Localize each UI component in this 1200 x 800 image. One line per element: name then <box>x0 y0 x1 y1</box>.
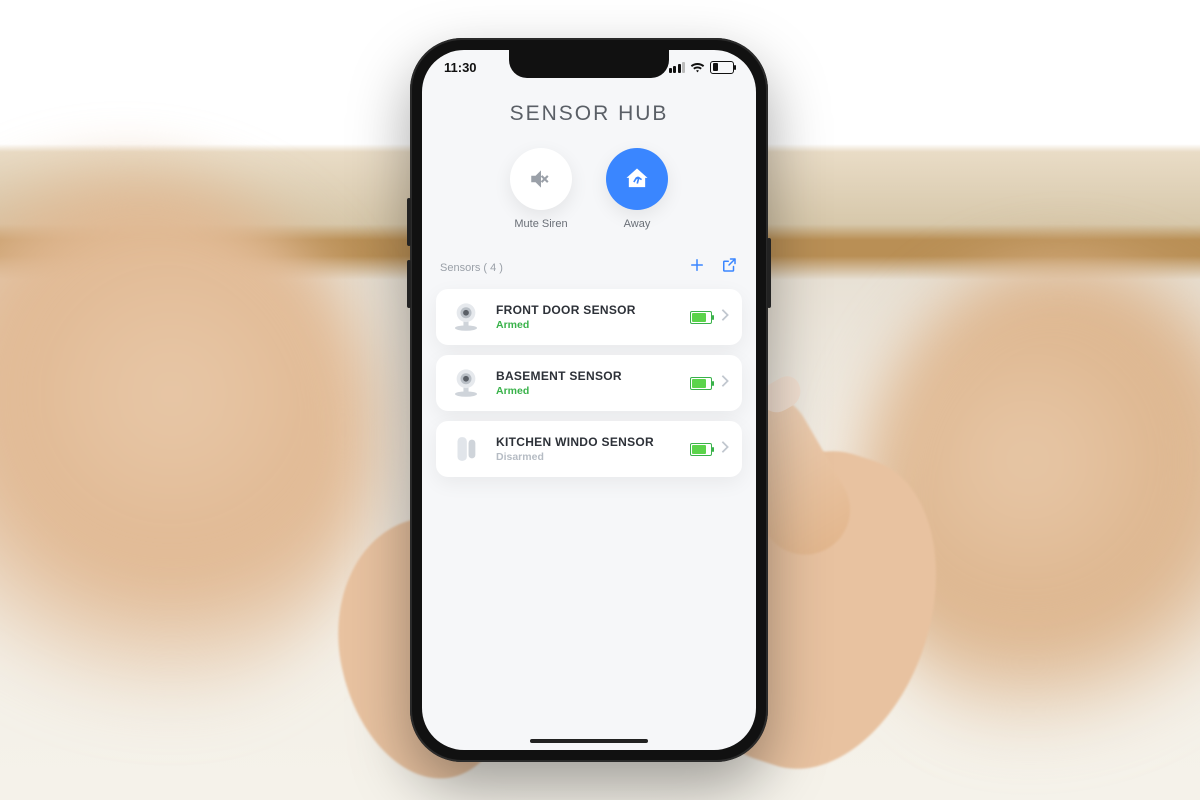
sensor-name: BASEMENT SENSOR <box>496 369 678 383</box>
scene-background: 11:30 SENSOR HUB Mute Siren <box>0 0 1200 800</box>
sensor-thumb-icon <box>448 431 484 467</box>
power-button <box>767 238 771 308</box>
sensor-tail <box>690 440 730 459</box>
mode-row: Mute Siren Away <box>422 148 756 230</box>
add-sensor-button[interactable] <box>688 256 706 279</box>
sensors-header: Sensors ( 4 ) <box>422 256 756 279</box>
mute-icon <box>528 166 554 192</box>
sensor-tail <box>690 374 730 393</box>
sensor-thumb-icon <box>448 365 484 401</box>
page-title: SENSOR HUB <box>422 102 756 126</box>
away-button[interactable]: Away <box>606 148 668 230</box>
plus-icon <box>688 256 706 274</box>
sensor-name: KITCHEN WINDO SENSOR <box>496 435 678 449</box>
cellular-icon <box>669 62 686 73</box>
battery-level-icon <box>690 377 712 390</box>
home-away-icon <box>623 165 651 193</box>
sensor-row[interactable]: KITCHEN WINDO SENSOR Disarmed <box>436 421 742 477</box>
sensor-state: Disarmed <box>496 451 678 463</box>
battery-level-icon <box>690 443 712 456</box>
app-content: SENSOR HUB Mute Siren Away <box>422 50 756 750</box>
share-button[interactable] <box>720 256 738 279</box>
chevron-right-icon <box>720 308 730 327</box>
chevron-right-icon <box>720 440 730 459</box>
sensors-count-label: Sensors ( 4 ) <box>440 262 503 274</box>
bg-blur-left <box>0 170 380 730</box>
status-right <box>669 61 735 74</box>
mute-siren-button[interactable]: Mute Siren <box>510 148 572 230</box>
sensor-info: FRONT DOOR SENSOR Armed <box>496 303 678 331</box>
sensors-list: FRONT DOOR SENSOR Armed BASEMENT SENSOR Arm… <box>422 289 756 477</box>
sensor-state: Armed <box>496 319 678 331</box>
sensor-tail <box>690 308 730 327</box>
sensor-state: Armed <box>496 385 678 397</box>
status-time: 11:30 <box>444 60 477 75</box>
share-icon <box>720 256 738 274</box>
phone-frame: 11:30 SENSOR HUB Mute Siren <box>410 38 768 762</box>
notch <box>509 50 669 78</box>
sensor-row[interactable]: BASEMENT SENSOR Armed <box>436 355 742 411</box>
away-label: Away <box>624 218 651 230</box>
volume-up-button <box>407 198 411 246</box>
wifi-icon <box>690 62 705 73</box>
mute-label: Mute Siren <box>514 218 567 230</box>
sensor-thumb-icon <box>448 299 484 335</box>
sensor-info: KITCHEN WINDO SENSOR Disarmed <box>496 435 678 463</box>
phone-screen: 11:30 SENSOR HUB Mute Siren <box>422 50 756 750</box>
battery-level-icon <box>690 311 712 324</box>
home-indicator[interactable] <box>530 739 648 743</box>
battery-icon <box>710 61 734 74</box>
sensor-row[interactable]: FRONT DOOR SENSOR Armed <box>436 289 742 345</box>
chevron-right-icon <box>720 374 730 393</box>
sensor-name: FRONT DOOR SENSOR <box>496 303 678 317</box>
volume-down-button <box>407 260 411 308</box>
sensor-info: BASEMENT SENSOR Armed <box>496 369 678 397</box>
